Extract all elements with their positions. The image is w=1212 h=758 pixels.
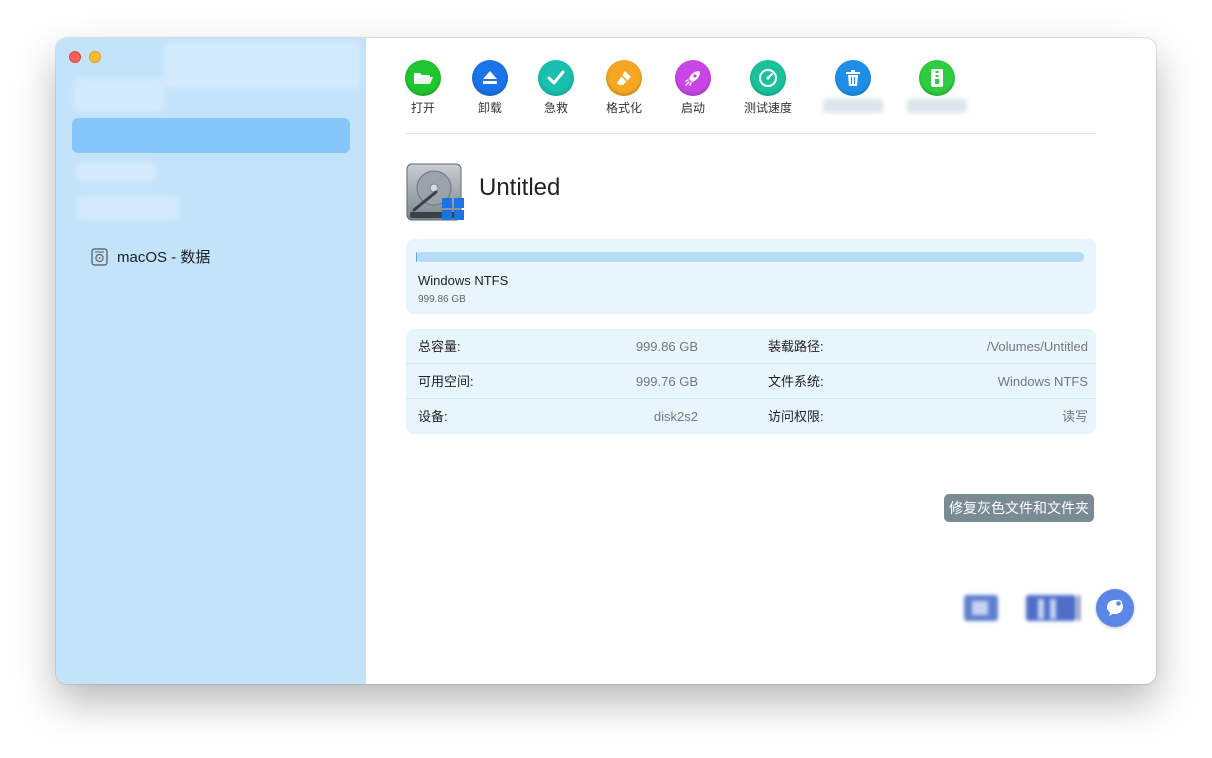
chat-support-button[interactable]: [1096, 589, 1134, 627]
total-capacity-label: 总容量:: [418, 339, 461, 354]
open-label: 打开: [410, 101, 435, 115]
disk-title: Untitled: [479, 174, 561, 201]
volume-usage-bar: [416, 252, 1084, 262]
table-row: 可用空间: 999.76 GB 文件系统: Windows NTFS: [406, 363, 1096, 399]
sidebar-item-selected[interactable]: [72, 118, 350, 153]
boot-button[interactable]: 启动: [658, 60, 728, 116]
device-label: 设备:: [418, 409, 448, 424]
blurred-badge-icon: [964, 595, 1080, 621]
volume-card: Windows NTFS 999.86 GB: [406, 239, 1096, 314]
checkmark-icon: [538, 60, 574, 96]
sidebar-blurred-region: [164, 42, 360, 88]
unmount-button[interactable]: 卸载: [455, 60, 525, 116]
volume-usage-fill: [416, 252, 418, 262]
sidebar-item-macos-data[interactable]: macOS - 数据: [91, 246, 210, 267]
device-value: disk2s2: [653, 409, 698, 424]
free-space-value: 999.76 GB: [635, 374, 698, 389]
minimize-window-button[interactable]: [89, 51, 101, 63]
rocket-icon: [675, 60, 711, 96]
trash-button[interactable]: [818, 60, 888, 113]
zip-label-blurred: [907, 99, 967, 113]
total-capacity-value: 999.86 GB: [635, 339, 698, 354]
table-row: 设备: disk2s2 访问权限: 读写: [406, 398, 1096, 434]
access-permission-label: 访问权限:: [768, 409, 824, 424]
speed-test-label: 测试速度: [743, 101, 792, 115]
chat-bubble-icon: [1107, 599, 1123, 616]
file-system-value: Windows NTFS: [997, 374, 1088, 389]
repair-gray-files-button[interactable]: 修复灰色文件和文件夹: [944, 494, 1094, 522]
zip-button[interactable]: [902, 60, 972, 113]
hard-drive-windows-icon: [406, 163, 464, 221]
eject-icon: [472, 60, 508, 96]
rescue-button[interactable]: 急救: [521, 60, 591, 116]
trash-label-blurred: [823, 99, 883, 113]
open-button[interactable]: 打开: [388, 60, 458, 116]
volume-size: 999.86 GB: [418, 294, 466, 305]
access-permission-value: 读写: [1061, 409, 1088, 424]
sidebar-blurred-region: [74, 78, 164, 112]
mount-path-label: 装载路径:: [768, 339, 824, 354]
internal-disk-icon: [91, 247, 108, 266]
speed-test-button[interactable]: 测试速度: [733, 60, 803, 116]
format-button[interactable]: 格式化: [589, 60, 659, 116]
eraser-icon: [606, 60, 642, 96]
disk-info-table: 总容量: 999.86 GB 装载路径: /Volumes/Untitled 可…: [406, 329, 1096, 434]
folder-open-icon: [405, 60, 441, 96]
toolbar-divider: [406, 133, 1096, 134]
zip-icon: [919, 60, 955, 96]
app-window: macOS - 数据 打开 卸载 急救 格式化 启动 测试速度 Untitled…: [56, 38, 1156, 684]
mount-path-value: /Volumes/Untitled: [986, 339, 1088, 354]
sidebar-blurred-region: [76, 162, 156, 182]
table-row: 总容量: 999.86 GB 装载路径: /Volumes/Untitled: [406, 329, 1096, 364]
main-content: 打开 卸载 急救 格式化 启动 测试速度 Untitled Windows NT…: [366, 38, 1156, 684]
speedometer-icon: [750, 60, 786, 96]
close-window-button[interactable]: [69, 51, 81, 63]
volume-format: Windows NTFS: [418, 273, 509, 288]
trash-icon: [835, 60, 871, 96]
sidebar: macOS - 数据: [56, 38, 366, 684]
format-label: 格式化: [605, 101, 642, 115]
unmount-label: 卸载: [477, 101, 502, 115]
file-system-label: 文件系统:: [768, 374, 824, 389]
free-space-label: 可用空间:: [418, 374, 474, 389]
sidebar-item-label: macOS - 数据: [117, 249, 211, 266]
boot-label: 启动: [680, 101, 705, 115]
rescue-label: 急救: [543, 101, 568, 115]
sidebar-blurred-region: [76, 196, 180, 220]
